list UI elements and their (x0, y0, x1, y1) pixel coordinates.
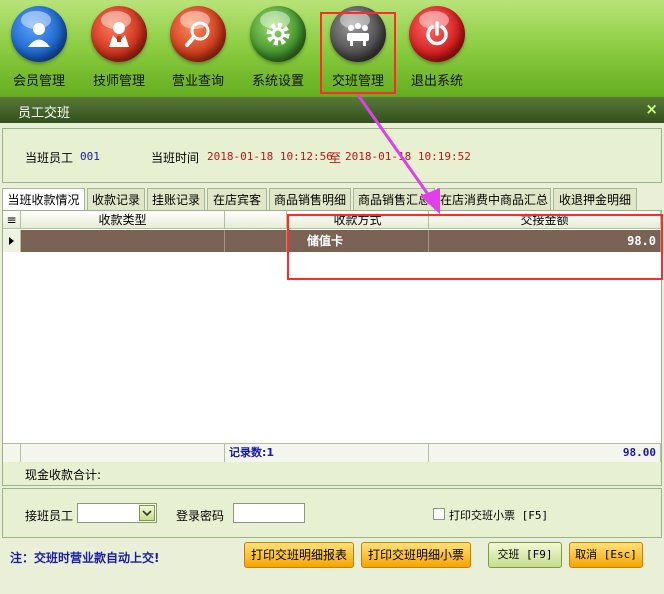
grid-highlight-box (287, 214, 663, 280)
window-titlebar: 员工交班 × (0, 97, 664, 123)
chevron-down-icon[interactable] (139, 505, 155, 521)
cell-blank (225, 230, 287, 252)
tab-guests-in-store[interactable]: 在店宾客 (207, 188, 267, 210)
cancel-button[interactable]: 取消 [Esc] (569, 542, 643, 568)
toolbar-member-button[interactable]: 会员管理 (0, 6, 78, 89)
time-to: 2018-01-18 10:19:52 (345, 150, 471, 163)
toolbar-query-button[interactable]: 营业查询 (159, 6, 237, 89)
toolbar-label: 技师管理 (92, 74, 145, 89)
toolbar-label: 系统设置 (251, 74, 304, 89)
toolbar-highlight-box (320, 12, 396, 94)
time-from: 2018-01-18 10:12:56 (207, 150, 333, 163)
print-ticket-button[interactable]: 打印交班明细小票 (361, 542, 471, 568)
print-report-button[interactable]: 打印交班明细报表 (244, 542, 354, 568)
gear-icon (250, 6, 306, 62)
print-ticket-checkbox[interactable] (433, 508, 445, 520)
window-title: 员工交班 (18, 106, 71, 121)
toolbar-label: 退出系统 (410, 74, 463, 89)
tab-sales-summary[interactable]: 商品销售汇总 (353, 188, 435, 210)
tab-receipt-records[interactable]: 收款记录 (87, 188, 145, 210)
toolbar-label: 营业查询 (171, 74, 224, 89)
time-label: 当班时间 (151, 151, 200, 165)
toolbar-settings-button[interactable]: 系统设置 (239, 6, 317, 89)
grid-footer-row: 记录数:1 98.00 (3, 443, 661, 462)
grid-menu-icon[interactable]: ≡ (3, 211, 21, 229)
power-icon (409, 6, 465, 62)
column-header[interactable] (225, 211, 287, 229)
button-bar: 注：交班时营业款自动上交! 打印交班明细报表 打印交班明细小票 交班 [F9] … (0, 538, 664, 594)
row-indicator (3, 230, 21, 252)
cell-type (21, 230, 225, 252)
password-input[interactable] (233, 503, 305, 523)
member-icon (11, 6, 67, 62)
tab-current-receipts[interactable]: 当班收款情况 (2, 188, 85, 212)
receiver-label: 接班员工 (25, 509, 74, 523)
footer-total: 98.00 (429, 444, 661, 462)
tab-in-store-goods-summary[interactable]: 在店消费中商品汇总 (437, 188, 551, 210)
print-ticket-label: 打印交班小票 [F5] (449, 509, 549, 522)
handover-button[interactable]: 交班 [F9] (488, 542, 562, 568)
toolbar-technician-button[interactable]: 技师管理 (80, 6, 158, 89)
toolbar-label: 会员管理 (12, 74, 65, 89)
footer-indicator (3, 444, 21, 462)
technician-icon (91, 6, 147, 62)
footer-cell (21, 444, 225, 462)
tab-deposit-detail[interactable]: 收退押金明细 (553, 188, 637, 210)
column-header[interactable]: 收款类型 (21, 211, 225, 229)
toolbar-exit-button[interactable]: 退出系统 (398, 6, 476, 89)
staff-value: 001 (80, 150, 100, 163)
time-to-word: 至 (329, 151, 342, 165)
record-count: 记录数:1 (225, 444, 429, 462)
handover-note: 注：交班时营业款自动上交! (10, 551, 160, 565)
cash-total-row: 现金收款合计: (2, 462, 662, 486)
cash-total-label: 现金收款合计: (25, 468, 102, 482)
receiver-select[interactable] (77, 503, 157, 523)
close-icon[interactable]: × (645, 100, 658, 118)
password-label: 登录密码 (176, 509, 225, 523)
shift-info-panel: 当班员工 001 当班时间 2018-01-18 10:12:56 至 2018… (2, 128, 662, 183)
search-icon (170, 6, 226, 62)
handover-form: 接班员工 登录密码 打印交班小票 [F5] (2, 488, 662, 538)
tab-sales-detail[interactable]: 商品销售明细 (269, 188, 351, 210)
staff-label: 当班员工 (25, 151, 74, 165)
tab-credit-records[interactable]: 挂账记录 (147, 188, 205, 210)
